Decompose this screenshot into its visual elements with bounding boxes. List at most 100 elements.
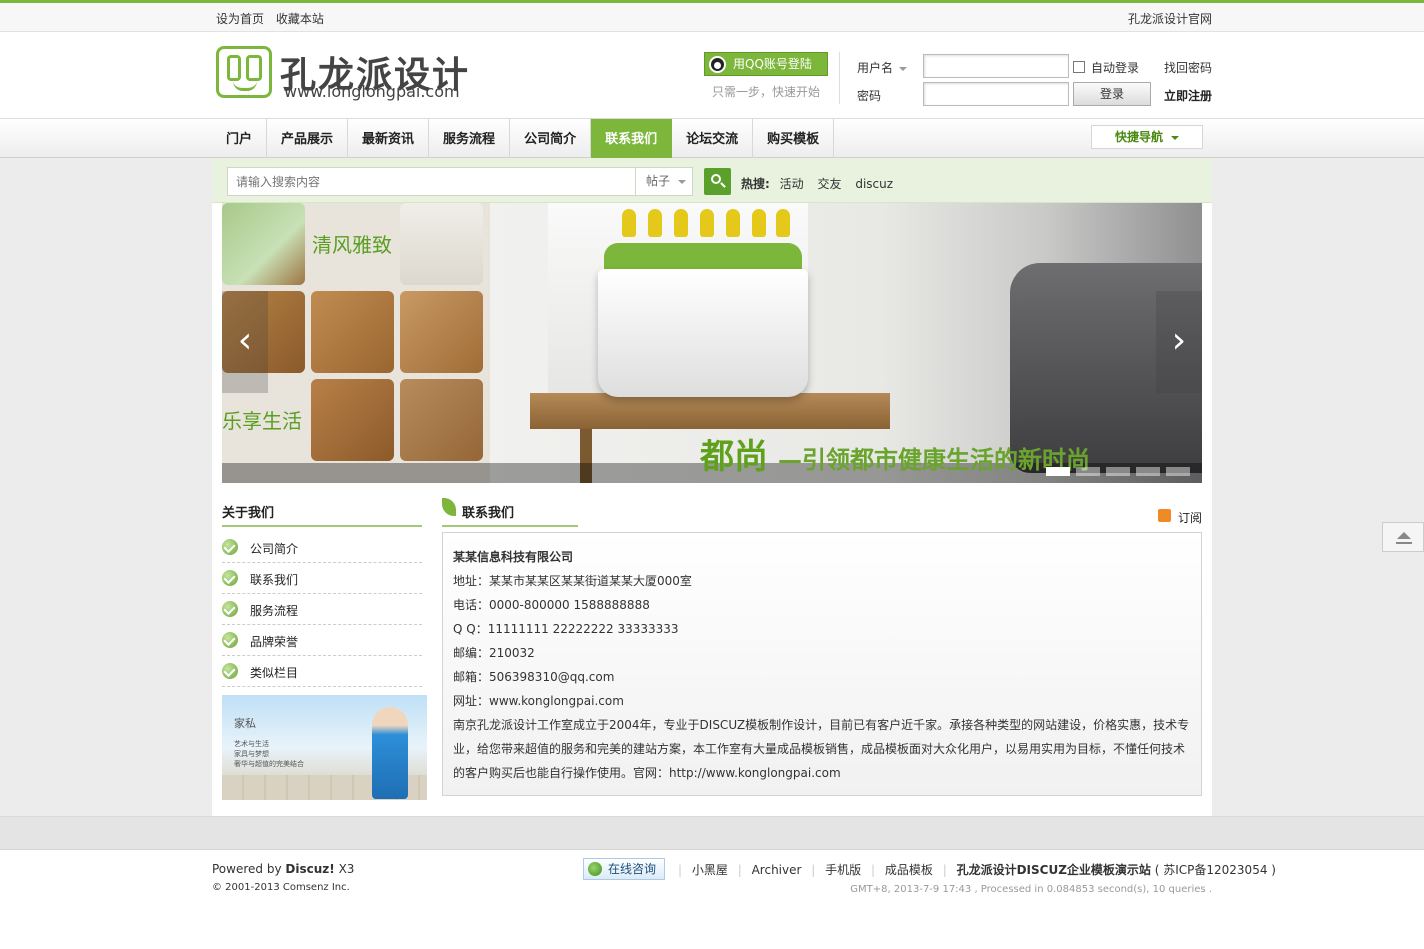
- copyright: © 2001-2013 Comsenz Inc.: [212, 882, 350, 893]
- auto-login-label[interactable]: 自动登录: [1091, 59, 1139, 76]
- hot-search-link[interactable]: 活动: [780, 177, 804, 191]
- banner-dot[interactable]: [1046, 467, 1070, 476]
- search-input[interactable]: [227, 167, 637, 196]
- sidebar-item-similar[interactable]: 类似栏目: [222, 656, 422, 687]
- quick-nav-button[interactable]: 快捷导航: [1091, 125, 1203, 149]
- sidebar-item-contact[interactable]: 联系我们: [222, 563, 422, 594]
- online-consult-button[interactable]: 在线咨询: [583, 858, 665, 880]
- logo-shape: [227, 55, 241, 81]
- footer-link-blacklist[interactable]: 小黑屋: [692, 863, 728, 877]
- nav-item-contact[interactable]: 联系我们: [591, 119, 673, 158]
- company-name: 某某信息科技有限公司: [453, 550, 574, 564]
- contact-info-box: 某某信息科技有限公司 地址：某某市某某区某某街道某某大厦000室 电话：0000…: [442, 532, 1202, 796]
- ad-lines: 艺术与生活 家具与梦想 奢华与超值的完美结合: [234, 739, 304, 769]
- banner-dot[interactable]: [1106, 467, 1130, 476]
- check-circle-icon: [222, 663, 238, 679]
- rss-icon[interactable]: [1158, 509, 1171, 522]
- ad-line: 奢华与超值的完美结合: [234, 760, 304, 768]
- login-button[interactable]: 登录: [1073, 82, 1151, 106]
- link-separator: |: [737, 863, 742, 877]
- banner-table: [530, 393, 890, 429]
- powered-brand-link[interactable]: Discuz!: [285, 862, 334, 876]
- powered-by: Powered by Discuz! X3: [212, 862, 354, 876]
- contact-zip: 邮编：210032: [453, 646, 535, 660]
- link-separator: |: [811, 863, 816, 877]
- subscribe-link[interactable]: 订阅: [1178, 509, 1202, 526]
- footer-link-templates[interactable]: 成品模板: [885, 863, 933, 877]
- nav-item-buy[interactable]: 购买模板: [753, 119, 835, 158]
- search-button[interactable]: [704, 168, 731, 195]
- quick-nav-label: 快捷导航: [1114, 130, 1163, 144]
- username-type-select[interactable]: 用户名: [857, 59, 908, 76]
- ad-figure: [372, 707, 408, 799]
- company-intro: 南京孔龙派设计工作室成立于2004年，专业于DISCUZ模板制作设计，目前已有客…: [453, 718, 1190, 780]
- logo-url: www.longlongpai.com: [284, 82, 460, 101]
- username-input[interactable]: [923, 54, 1069, 78]
- sidebar-item-label: 联系我们: [250, 573, 299, 587]
- back-to-top-button[interactable]: [1382, 522, 1424, 552]
- nav-item-news[interactable]: 最新资讯: [348, 119, 430, 158]
- search-type-label: 帖子: [646, 174, 671, 188]
- banner-tile: [311, 379, 394, 461]
- register-link[interactable]: 立即注册: [1164, 87, 1212, 104]
- logo-icon[interactable]: [216, 46, 272, 98]
- banner-tile: [400, 291, 483, 373]
- find-password-link[interactable]: 找回密码: [1164, 59, 1212, 76]
- search-icon-handle: [720, 182, 726, 188]
- nav-item-about[interactable]: 公司简介: [510, 119, 592, 158]
- qq-login-button[interactable]: 用QQ账号登陆: [704, 52, 828, 76]
- auto-login-checkbox[interactable]: [1073, 61, 1085, 73]
- nav-item-portal[interactable]: 门户: [212, 119, 268, 158]
- chevron-down-icon: [899, 66, 908, 71]
- search-type-select[interactable]: 帖子: [635, 167, 693, 196]
- banner-flower: [648, 209, 662, 237]
- footer-link-mobile[interactable]: 手机版: [825, 863, 861, 877]
- banner-flower: [700, 209, 714, 237]
- banner-dot[interactable]: [1166, 467, 1190, 476]
- banner-prev-arrow[interactable]: ‹: [222, 291, 268, 393]
- bookmark-link[interactable]: 收藏本站: [276, 12, 324, 26]
- sidebar-item-label: 公司简介: [250, 542, 299, 556]
- nav-item-forum[interactable]: 论坛交流: [672, 119, 754, 158]
- main-content: 帖子 热搜: 活动 交友 discuz 清风雅致 乐享生活: [212, 158, 1212, 816]
- banner-dot[interactable]: [1136, 467, 1160, 476]
- banner-text-left-1: 清风雅致: [312, 233, 392, 257]
- hot-search-link[interactable]: 交友: [817, 177, 841, 191]
- nav-item-service[interactable]: 服务流程: [429, 119, 511, 158]
- footer-link-archiver[interactable]: Archiver: [752, 863, 802, 877]
- powered-version: X3: [338, 862, 355, 876]
- footer-band: [0, 816, 1424, 850]
- logo-shape: [246, 55, 262, 81]
- header: 孔龙派设计 www.longlongpai.com 用QQ账号登陆 只需一步，快…: [0, 32, 1424, 118]
- sidebar-ad-image[interactable]: 家私 艺术与生活 家具与梦想 奢华与超值的完美结合: [222, 695, 427, 800]
- banner-caption-main: 都尚: [700, 437, 768, 477]
- sidebar-item-service[interactable]: 服务流程: [222, 594, 422, 625]
- set-home-link[interactable]: 设为首页: [216, 12, 264, 26]
- footer-icp[interactable]: ( 苏ICP备12023054 ): [1155, 863, 1276, 877]
- sidebar-item-honor[interactable]: 品牌荣誉: [222, 625, 422, 656]
- sidebar-title: 关于我们: [222, 502, 422, 527]
- banner-slider[interactable]: 清风雅致 乐享生活 都尚 —引领都市健康生活的新时尚 ‹ ›: [222, 203, 1202, 483]
- footer-site-name[interactable]: 孔龙派设计DISCUZ企业模板演示站: [957, 863, 1151, 877]
- arrow-up-icon-bar: [1396, 542, 1412, 544]
- chat-icon: [588, 862, 602, 876]
- powered-prefix: Powered by: [212, 862, 282, 876]
- ad-line: 家具与梦想: [234, 750, 269, 758]
- main-nav: 门户 产品展示 最新资讯 服务流程 公司简介 联系我们 论坛交流 购买模板 快捷…: [0, 118, 1424, 158]
- banner-text-left-2: 乐享生活: [222, 409, 302, 433]
- username-label: 用户名: [857, 61, 894, 75]
- qq-login-tip: 只需一步，快速开始: [712, 85, 821, 99]
- nav-item-products[interactable]: 产品展示: [267, 119, 349, 158]
- banner-flower: [752, 209, 766, 237]
- arrow-up-icon: [1397, 532, 1411, 539]
- sidebar-item-company[interactable]: 公司简介: [222, 532, 422, 563]
- ad-title: 家私: [234, 717, 256, 730]
- hot-search-link[interactable]: discuz: [855, 177, 893, 191]
- official-site-link[interactable]: 孔龙派设计官网: [1128, 10, 1212, 27]
- sidebar-item-label: 类似栏目: [250, 666, 299, 680]
- banner-next-arrow[interactable]: ›: [1156, 291, 1202, 393]
- banner-dot[interactable]: [1076, 467, 1100, 476]
- banner-dots: [1046, 467, 1190, 476]
- contact-email: 邮箱：506398310@qq.com: [453, 670, 615, 684]
- password-input[interactable]: [923, 82, 1069, 106]
